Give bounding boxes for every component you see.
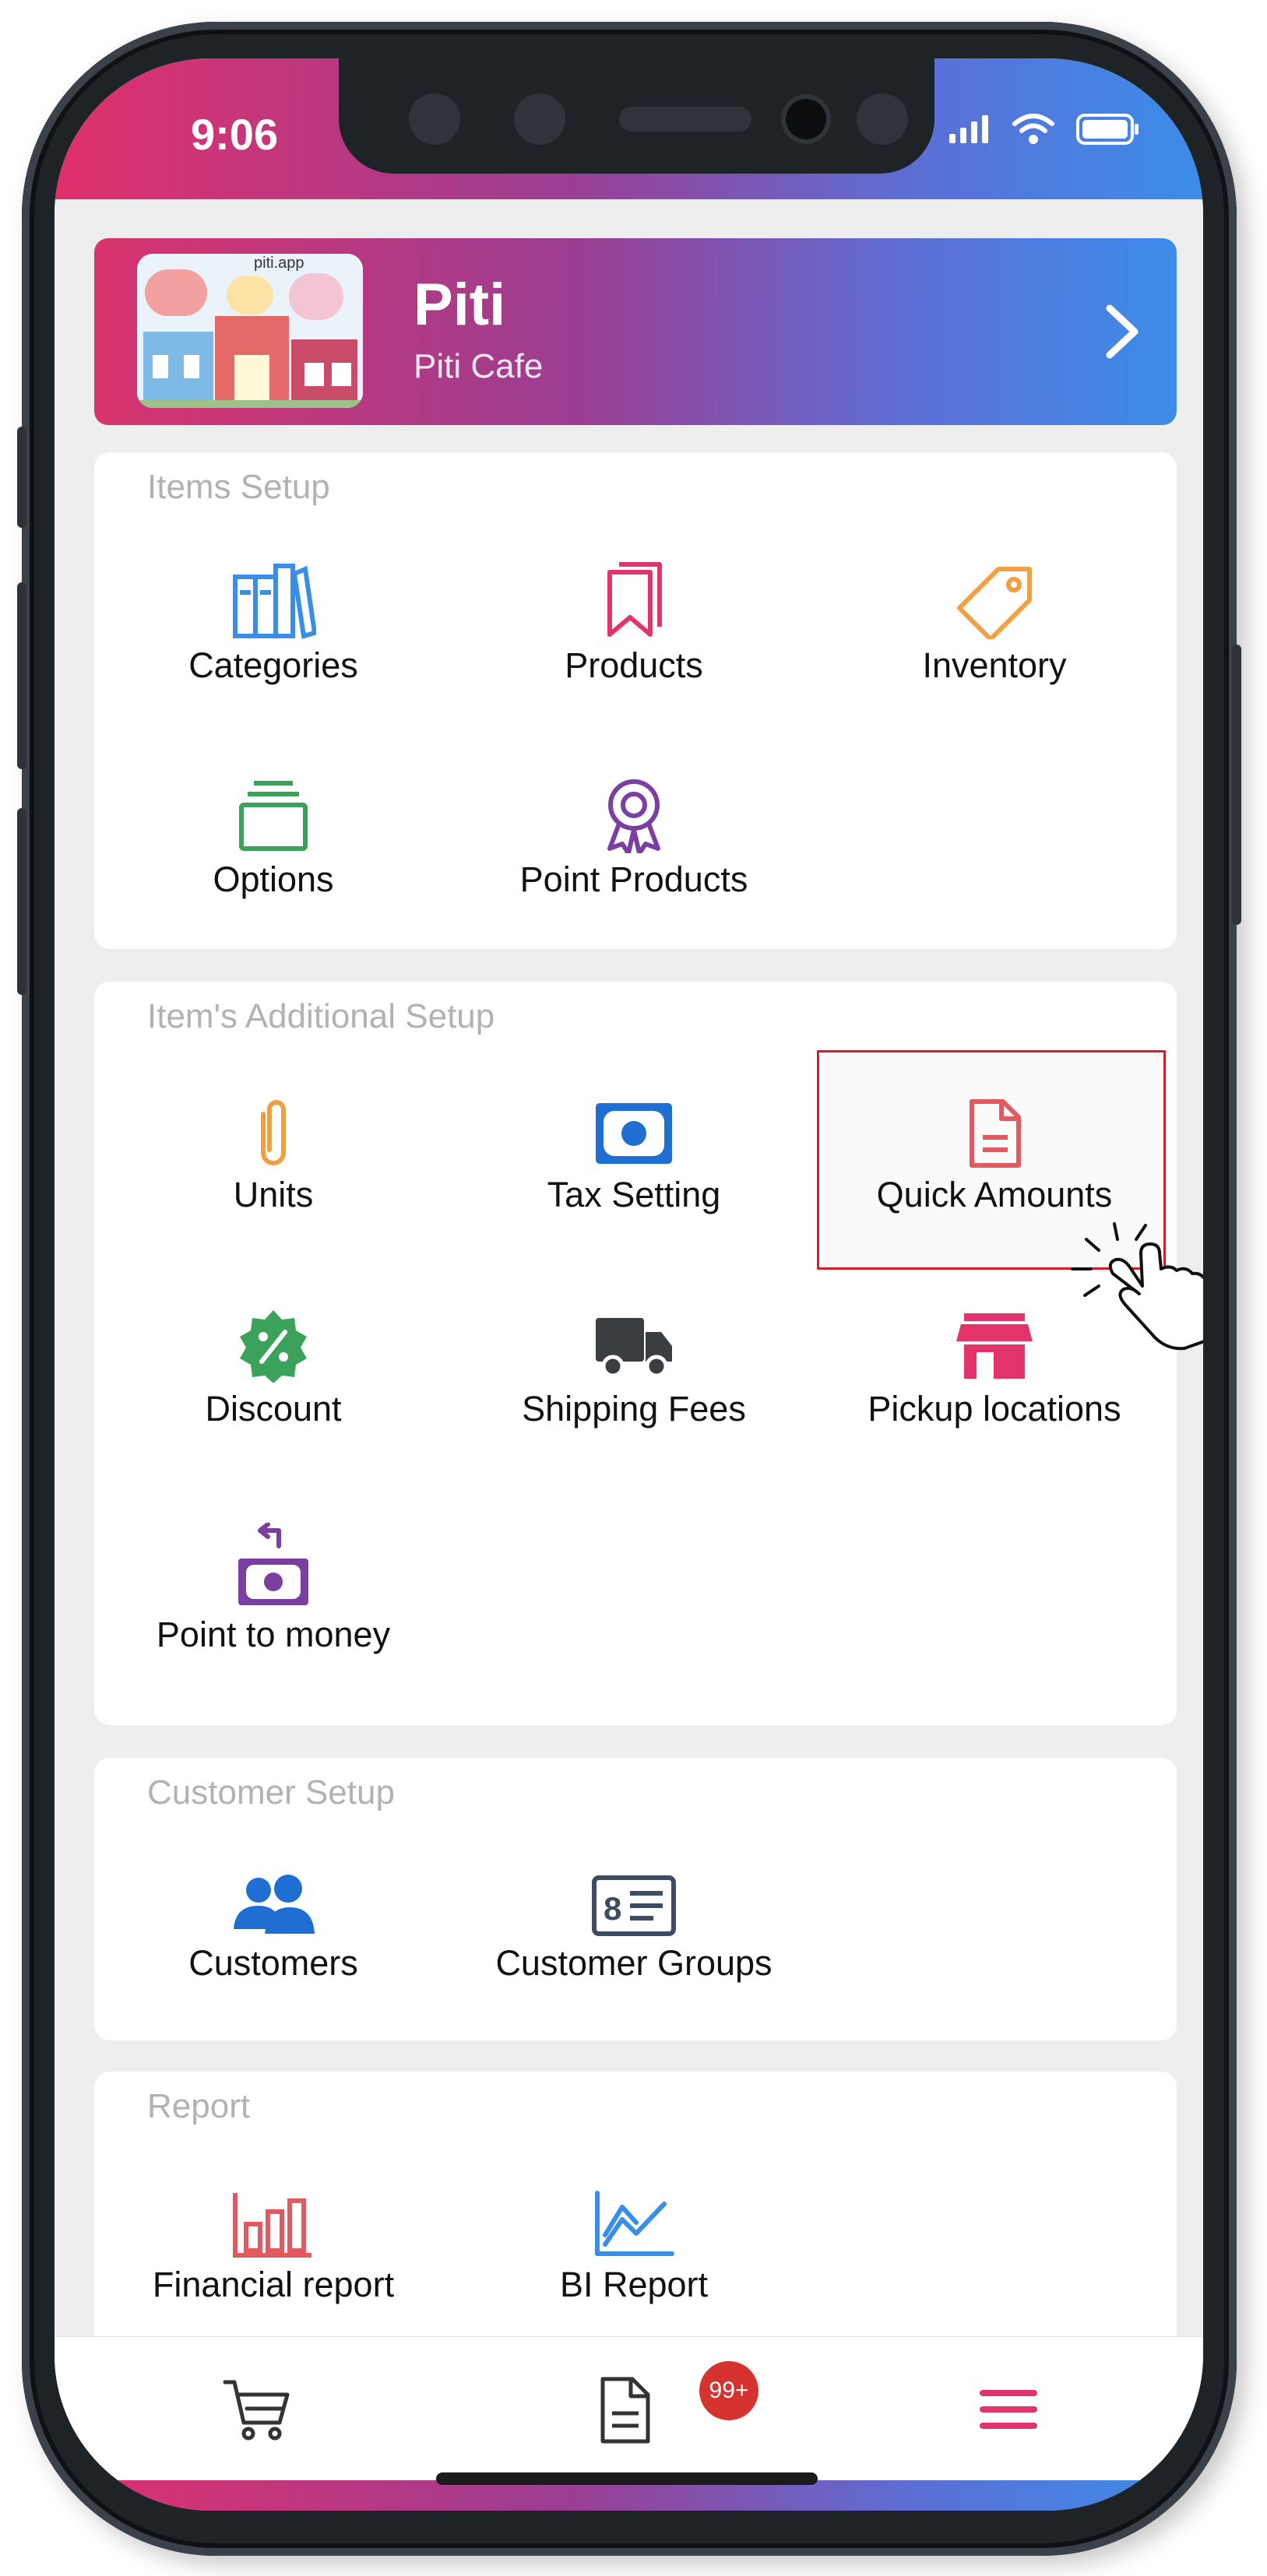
- tile-label: Shipping Fees: [522, 1389, 746, 1429]
- tile-label: Discount: [205, 1389, 342, 1429]
- tile-label: Financial report: [152, 2265, 395, 2304]
- side-button: [17, 582, 26, 769]
- tile-label: Inventory: [922, 645, 1067, 685]
- books-icon: [233, 564, 316, 639]
- percent-badge-icon: [240, 1310, 307, 1383]
- document-icon: [970, 1099, 1021, 1168]
- svg-text:piti.app: piti.app: [254, 255, 304, 272]
- tile-label: Categories: [188, 645, 358, 685]
- tile-customer-groups[interactable]: 8 Customer Groups: [455, 1875, 813, 1984]
- tile-options[interactable]: Options: [94, 775, 452, 900]
- truck-icon: [596, 1318, 672, 1378]
- tile-point-to-money[interactable]: Point to money: [94, 1523, 452, 1655]
- side-button: [17, 427, 26, 528]
- store-header[interactable]: piti.app Piti Piti Cafe: [94, 238, 1177, 425]
- tile-label: Customer Groups: [495, 1943, 773, 1983]
- tile-financial-report[interactable]: Financial report: [94, 2188, 452, 2305]
- chevron-right-icon: [1106, 304, 1139, 359]
- settings-content: piti.app Piti Piti Cafe Items Setup Cate…: [55, 199, 1203, 2336]
- tile-label: Point Products: [519, 859, 748, 899]
- paperclip-icon: [261, 1100, 286, 1165]
- tile-inventory[interactable]: Inventory: [815, 561, 1174, 686]
- cart-icon[interactable]: [222, 2374, 292, 2444]
- tile-tax-setting[interactable]: Tax Setting: [455, 1098, 813, 1215]
- side-button: [1232, 645, 1241, 925]
- tag-icon: [957, 567, 1032, 639]
- section-title-customer-setup: Customer Setup: [147, 1773, 395, 1812]
- users-icon: [234, 1875, 315, 1934]
- tile-label: Customers: [188, 1943, 358, 1983]
- wifi-icon: [1012, 114, 1054, 144]
- camera-notch: [339, 58, 934, 174]
- section-title-items-setup: Items Setup: [147, 468, 330, 506]
- tile-categories[interactable]: Categories: [94, 561, 452, 686]
- items-setup-card: Items Setup Categories Products Inventor…: [94, 452, 1177, 949]
- id-card-icon: 8: [592, 1875, 676, 1936]
- tile-bi-report[interactable]: BI Report: [455, 2188, 813, 2305]
- tile-label: Quick Amounts: [876, 1175, 1113, 1214]
- store-name: Piti: [414, 272, 506, 338]
- tile-label: Tax Setting: [547, 1175, 721, 1214]
- tile-point-products[interactable]: Point Products: [455, 775, 813, 900]
- orders-badge: 99+: [699, 2361, 758, 2420]
- section-title-additional-setup: Item's Additional Setup: [147, 997, 495, 1035]
- customer-setup-card: Customer Setup Customers 8 Customer Grou: [94, 1758, 1177, 2040]
- tile-pickup-locations[interactable]: Pickup locations: [815, 1309, 1174, 1429]
- folder-stack-icon: [239, 781, 308, 851]
- store-subtitle: Piti Cafe: [414, 347, 544, 385]
- tile-products[interactable]: Products: [455, 561, 813, 686]
- tile-units[interactable]: Units: [94, 1098, 452, 1215]
- bookmark-icon: [607, 562, 662, 637]
- tile-label: Units: [233, 1175, 314, 1214]
- banknote-icon: [596, 1103, 672, 1164]
- tile-label: Point to money: [156, 1615, 391, 1654]
- status-time: 9:06: [191, 110, 279, 159]
- battery-icon: [1076, 114, 1139, 145]
- award-ribbon-icon: [607, 779, 660, 853]
- hamburger-menu-icon[interactable]: [973, 2374, 1044, 2444]
- side-button: [17, 808, 26, 995]
- home-indicator[interactable]: [436, 2472, 818, 2485]
- tile-label: Options: [213, 859, 334, 899]
- signal-icon: [949, 115, 988, 143]
- bar-chart-icon: [233, 2193, 311, 2258]
- tile-quick-amounts[interactable]: Quick Amounts: [815, 1098, 1174, 1215]
- tile-label: Products: [565, 645, 703, 685]
- report-card: Report Financial report BI Report: [94, 2072, 1177, 2336]
- tile-shipping-fees[interactable]: Shipping Fees: [455, 1309, 813, 1429]
- tile-customers[interactable]: Customers: [94, 1875, 452, 1984]
- additional-setup-card: Item's Additional Setup Units Tax Settin…: [94, 982, 1203, 1725]
- tile-discount[interactable]: Discount: [94, 1309, 452, 1429]
- store-icon: [956, 1313, 1033, 1379]
- tile-label: Pickup locations: [868, 1389, 1121, 1429]
- orders-document-icon[interactable]: [590, 2374, 660, 2444]
- money-exchange-icon: [238, 1523, 308, 1605]
- tile-label: BI Report: [559, 2265, 709, 2304]
- phone-screen: 9:06 piti.app Piti Piti Cafe Items Setup…: [55, 58, 1203, 2511]
- status-icons: [948, 113, 1141, 146]
- store-logo: piti.app: [137, 254, 363, 408]
- line-chart-icon: [595, 2191, 674, 2256]
- section-title-report: Report: [147, 2087, 251, 2125]
- svg-text:8: 8: [604, 1890, 621, 1927]
